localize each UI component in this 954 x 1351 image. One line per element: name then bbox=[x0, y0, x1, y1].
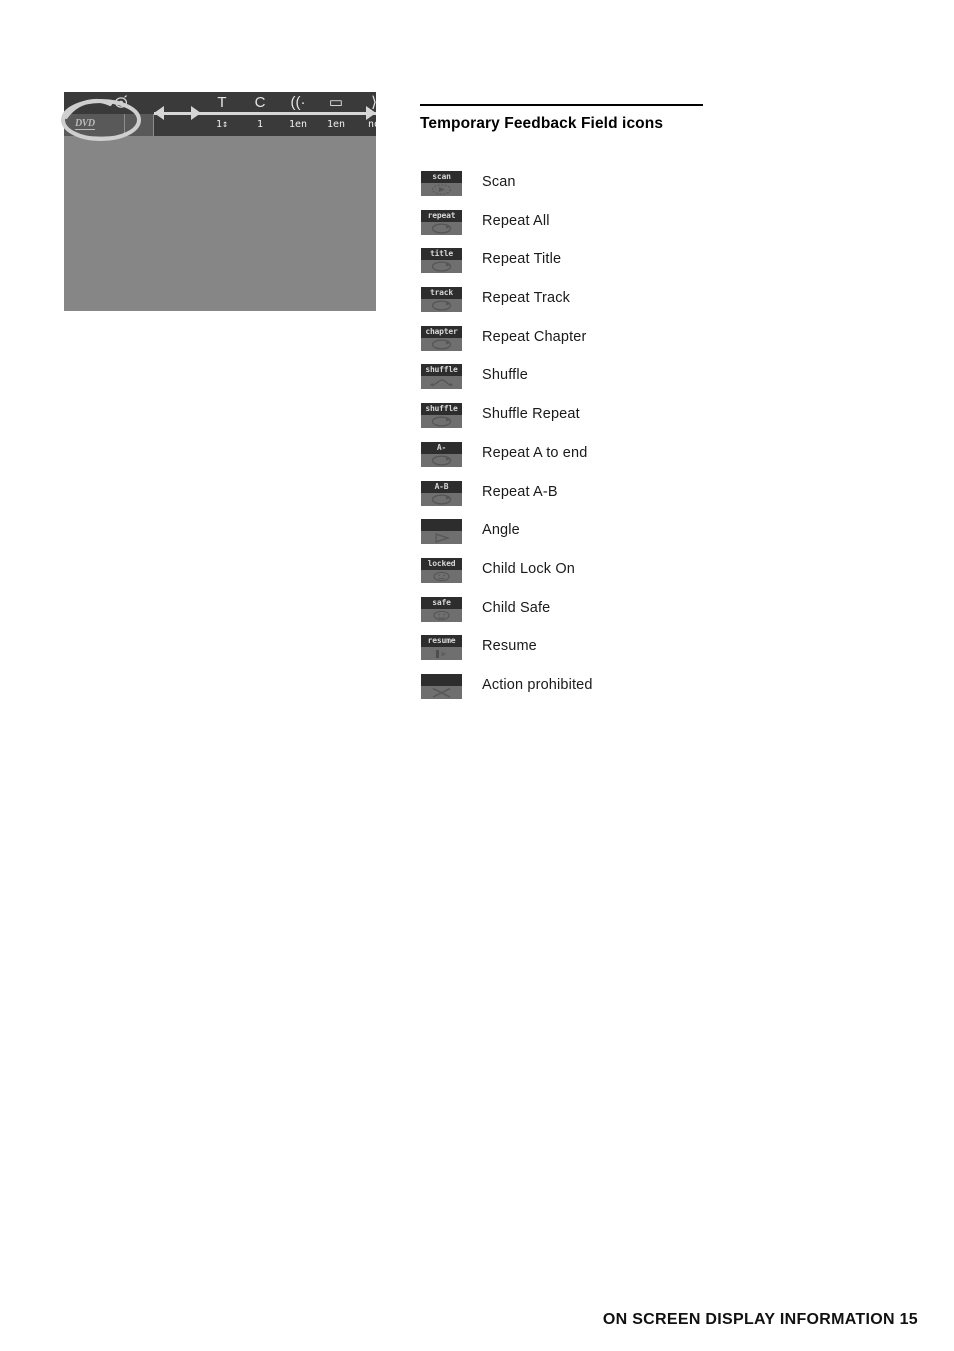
list-item: A-B Repeat A-B bbox=[421, 480, 881, 520]
angle-icon bbox=[421, 519, 462, 545]
page-title: Temporary Feedback Field icons bbox=[420, 114, 664, 132]
icon-caption: A- bbox=[421, 441, 462, 454]
list-item: shuffle Shuffle bbox=[421, 364, 881, 403]
icon-caption: shuffle bbox=[421, 364, 462, 377]
list-item: title Repeat Title bbox=[421, 248, 881, 287]
repeat-chapter-icon: chapter bbox=[421, 325, 462, 351]
list-item: chapter Repeat Chapter bbox=[421, 325, 881, 365]
icon-caption: shuffle bbox=[421, 403, 462, 416]
repeat-track-icon: track bbox=[421, 287, 462, 313]
repeat-all-icon: repeat bbox=[421, 209, 462, 235]
icon-label: Shuffle Repeat bbox=[482, 406, 580, 423]
icon-caption: locked bbox=[421, 557, 462, 570]
child-lock-on-icon: locked bbox=[421, 557, 462, 583]
list-item: safe Child Safe bbox=[421, 596, 881, 636]
chapter-icon: C bbox=[254, 94, 266, 111]
disc-icon bbox=[113, 94, 129, 110]
list-item: locked Child Lock On bbox=[421, 557, 881, 597]
icon-label: Child Safe bbox=[482, 599, 551, 616]
title-icon: T bbox=[217, 94, 227, 111]
angle-symbol bbox=[421, 531, 462, 544]
locked-face-symbol bbox=[421, 570, 462, 583]
scan-symbol bbox=[421, 183, 462, 196]
page-footer: ON SCREEN DISPLAY INFORMATION 15 bbox=[602, 1311, 918, 1328]
list-item: shuffle Shuffle Repeat bbox=[421, 403, 881, 442]
list-item: resume Resume bbox=[421, 635, 881, 674]
playback-status-cell bbox=[125, 114, 154, 136]
osd-column-chapter: C 1 bbox=[239, 93, 281, 135]
icon-label: Repeat All bbox=[482, 212, 550, 229]
icon-caption bbox=[421, 519, 462, 532]
icon-label: Repeat Chapter bbox=[482, 328, 587, 345]
list-item: repeat Repeat All bbox=[421, 209, 881, 249]
repeat-symbol bbox=[421, 493, 462, 506]
repeat-a-to-end-icon: A- bbox=[421, 441, 462, 467]
list-item: Action prohibited bbox=[421, 673, 881, 713]
osd-column-title: T 1↕ bbox=[201, 93, 243, 135]
icon-label: Scan bbox=[482, 174, 516, 190]
icon-caption: scan bbox=[421, 171, 462, 183]
tv-screen-illustration: DVD T 1↕ C 1 ((· 1en ▭ 1en ⟩ no ⌕ off bbox=[64, 92, 376, 311]
subtitle-value: 1en bbox=[326, 119, 346, 130]
feedback-section: Temporary Feedback Field icons bbox=[420, 104, 880, 133]
shuffle-repeat-icon: shuffle bbox=[421, 403, 462, 429]
subtitle-icon: ▭ bbox=[328, 94, 344, 111]
audio-language-icon: ((· bbox=[290, 94, 306, 111]
repeat-symbol bbox=[421, 260, 462, 273]
repeat-symbol bbox=[421, 454, 462, 467]
icon-label: Action prohibited bbox=[482, 676, 593, 693]
repeat-title-icon: title bbox=[421, 248, 462, 274]
icon-label: Repeat A-B bbox=[482, 483, 558, 500]
icon-label: Child Lock On bbox=[482, 560, 576, 577]
audio-language-value: 1en bbox=[288, 119, 308, 130]
icon-label: Shuffle bbox=[482, 367, 528, 384]
resume-symbol bbox=[421, 647, 462, 660]
chapter-value: 1 bbox=[256, 119, 264, 130]
scan-icon: scan bbox=[421, 171, 462, 196]
list-item: scan Scan bbox=[421, 171, 881, 210]
repeat-symbol bbox=[421, 299, 462, 312]
icon-caption: title bbox=[421, 248, 462, 261]
feedback-icon-list: scan Scan repeat Repeat All title Repeat… bbox=[421, 171, 881, 713]
icon-label: Repeat A to end bbox=[482, 444, 588, 461]
list-item: track Repeat Track bbox=[421, 287, 881, 326]
osd-column-audio: ((· 1en bbox=[277, 93, 319, 135]
icon-label: Repeat Track bbox=[482, 290, 571, 307]
icon-caption: resume bbox=[421, 635, 462, 648]
repeat-symbol bbox=[421, 222, 462, 235]
disc-type-cell: DVD bbox=[64, 114, 125, 136]
title-value: 1↕ bbox=[215, 119, 229, 130]
forward-arrow-icon bbox=[191, 106, 201, 120]
icon-caption: repeat bbox=[421, 209, 462, 222]
icon-caption: A-B bbox=[421, 480, 462, 493]
icon-caption: chapter bbox=[421, 325, 462, 338]
action-prohibited-icon bbox=[421, 673, 462, 699]
osd-column-subtitle: ▭ 1en bbox=[315, 93, 357, 135]
rewind-arrow-icon bbox=[154, 106, 164, 120]
osd-column-angle: ⟩ no bbox=[353, 93, 376, 135]
on-screen-display-bar: DVD T 1↕ C 1 ((· 1en ▭ 1en ⟩ no ⌕ off bbox=[64, 92, 376, 136]
icon-label: Angle bbox=[482, 522, 520, 539]
child-safe-icon: safe bbox=[421, 596, 462, 622]
camera-angle-value: no bbox=[367, 119, 376, 130]
repeat-symbol bbox=[421, 338, 462, 351]
icon-caption: safe bbox=[421, 596, 462, 609]
shuffle-icon: shuffle bbox=[421, 364, 462, 390]
repeat-a-b-icon: A-B bbox=[421, 480, 462, 506]
cross-symbol bbox=[421, 686, 462, 699]
repeat-symbol bbox=[421, 415, 462, 428]
icon-caption: track bbox=[421, 287, 462, 300]
dvd-logo: DVD bbox=[75, 118, 95, 130]
icon-label: Repeat Title bbox=[482, 251, 562, 268]
icon-caption bbox=[421, 673, 462, 686]
section-divider bbox=[420, 104, 703, 106]
camera-angle-icon: ⟩ bbox=[353, 93, 376, 113]
resume-icon: resume bbox=[421, 635, 462, 661]
disc-icon-svg bbox=[114, 95, 128, 108]
shuffle-symbol bbox=[421, 376, 462, 389]
safe-face-symbol bbox=[421, 609, 462, 622]
icon-label: Resume bbox=[482, 638, 537, 655]
list-item: Angle bbox=[421, 519, 881, 558]
list-item: A- Repeat A to end bbox=[421, 441, 881, 481]
